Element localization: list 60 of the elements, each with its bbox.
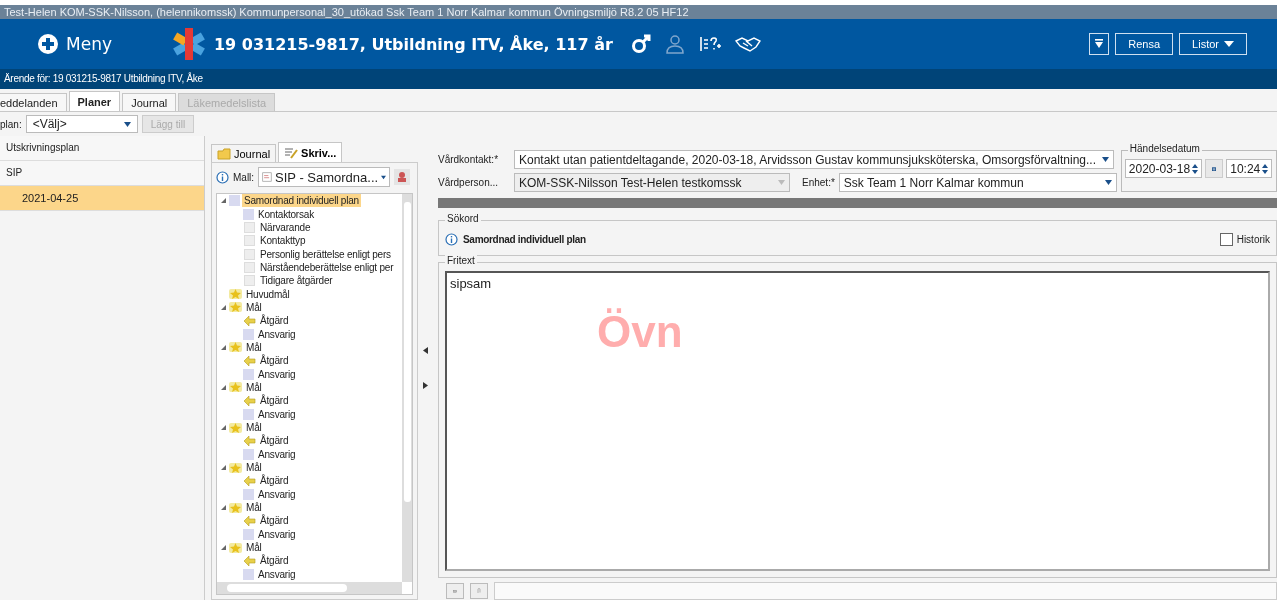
tree-item[interactable]: Mål [244, 381, 264, 394]
tab[interactable]: eddelanden [0, 93, 67, 111]
tab[interactable]: Planer [68, 91, 121, 111]
template-dropdown[interactable]: SIP - Samordna... [258, 167, 391, 187]
tree-item[interactable]: Samordnad individuell plan [242, 194, 361, 208]
tree-item[interactable]: Kontaktorsak [256, 207, 316, 221]
contact-label: Vårdkontakt:* [438, 154, 500, 165]
window-title: Test-Helen KOM-SSK-Nilsson, (helennikomssk) Kommunpersonal_30_utökad Ssk Team 1 Norr Kalmar kommun Övningsmiljö R8.2 05 HF12 [0, 5, 1277, 19]
tree-item[interactable]: Ansvarig [256, 447, 298, 461]
contact-dropdown[interactable]: Kontakt utan patientdeltagande, 2020-03-18, Arvidsson Gustav kommunsjuksköterska, Omsorgsförvaltning... [514, 150, 1114, 169]
tree-item[interactable]: Åtgärd [258, 554, 291, 568]
caregiver-label: Vårdperson... [438, 177, 500, 188]
tab[interactable]: Journal [122, 93, 177, 111]
unit-dropdown[interactable]: Ssk Team 1 Norr Kalmar kommun [838, 173, 1117, 192]
tree-item[interactable]: Närståendeberättelse enligt per [258, 260, 396, 274]
tree-item[interactable]: Ansvarig [256, 567, 298, 581]
tree-item[interactable]: Huvudmål [244, 287, 292, 301]
tree-item[interactable]: Mål [244, 421, 264, 434]
clear-button[interactable]: Rensa [1115, 33, 1174, 55]
tree-item[interactable]: Mål [244, 501, 264, 515]
time-field[interactable]: 10:24 [1226, 159, 1273, 178]
tree-item[interactable]: Åtgärd [258, 354, 291, 368]
case-info: Ärende för: 19 031215-9817 Utbildning ITV, Åke [0, 69, 1277, 89]
checkbox-label: Historik [1236, 233, 1270, 245]
tree-item[interactable]: Mål [244, 300, 264, 314]
tree-item[interactable]: Åtgärd [258, 314, 291, 328]
keyword-heading: Samordnad individuell plan [463, 233, 586, 245]
lists-dropdown-button[interactable]: Listor [1179, 33, 1247, 55]
tree-item[interactable]: Mål [244, 461, 264, 475]
tree-item[interactable]: Kontakttyp [258, 234, 308, 248]
tree-item[interactable]: Personlig berättelse enligt pers [258, 247, 393, 261]
tree-item[interactable]: Ansvarig [256, 367, 298, 381]
patient-info: 19 031215-9817, Utbildning ITV, Åke, 117 år [213, 34, 613, 54]
plan-dropdown[interactable]: <Välj> [25, 115, 138, 133]
menu-button[interactable]: Meny [38, 34, 112, 54]
tree-item[interactable]: Ansvarig [256, 407, 298, 421]
tab[interactable]: Skriv... [278, 142, 343, 162]
group-label: Fritext [445, 255, 477, 266]
environment-mark: Övn [597, 307, 683, 357]
tree-item[interactable]: Åtgärd [258, 394, 291, 408]
tree-item[interactable]: Åtgärd [258, 514, 291, 528]
group-label: Sökord [445, 213, 481, 224]
date-field[interactable]: 2020-03-18 [1124, 159, 1203, 178]
tree-item[interactable]: Åtgärd [258, 434, 291, 448]
plan-label: plan: [0, 118, 22, 130]
group-label: Händelsedatum [1127, 143, 1202, 154]
unit-label: Enhet:* [802, 177, 835, 188]
tree-item[interactable]: Tidigare åtgärder [258, 274, 335, 288]
tree-item[interactable]: Ansvarig [256, 327, 298, 341]
field-text: sipsam [450, 276, 492, 291]
template-label: Mall: [233, 171, 255, 183]
free-text-field[interactable]: sipsam Övn [445, 271, 1270, 571]
tree-item[interactable]: Mål [244, 340, 264, 354]
tree-item[interactable]: Ansvarig [256, 487, 298, 501]
tree-item[interactable]: Mål [244, 541, 264, 555]
plan-list-item[interactable]: 2021-04-25 [0, 186, 204, 211]
tab[interactable]: Journal [211, 144, 277, 162]
tree-item[interactable]: Ansvarig [256, 527, 298, 541]
tree-item[interactable]: Närvarande [258, 220, 313, 234]
tree-item[interactable]: Åtgärd [258, 474, 291, 488]
